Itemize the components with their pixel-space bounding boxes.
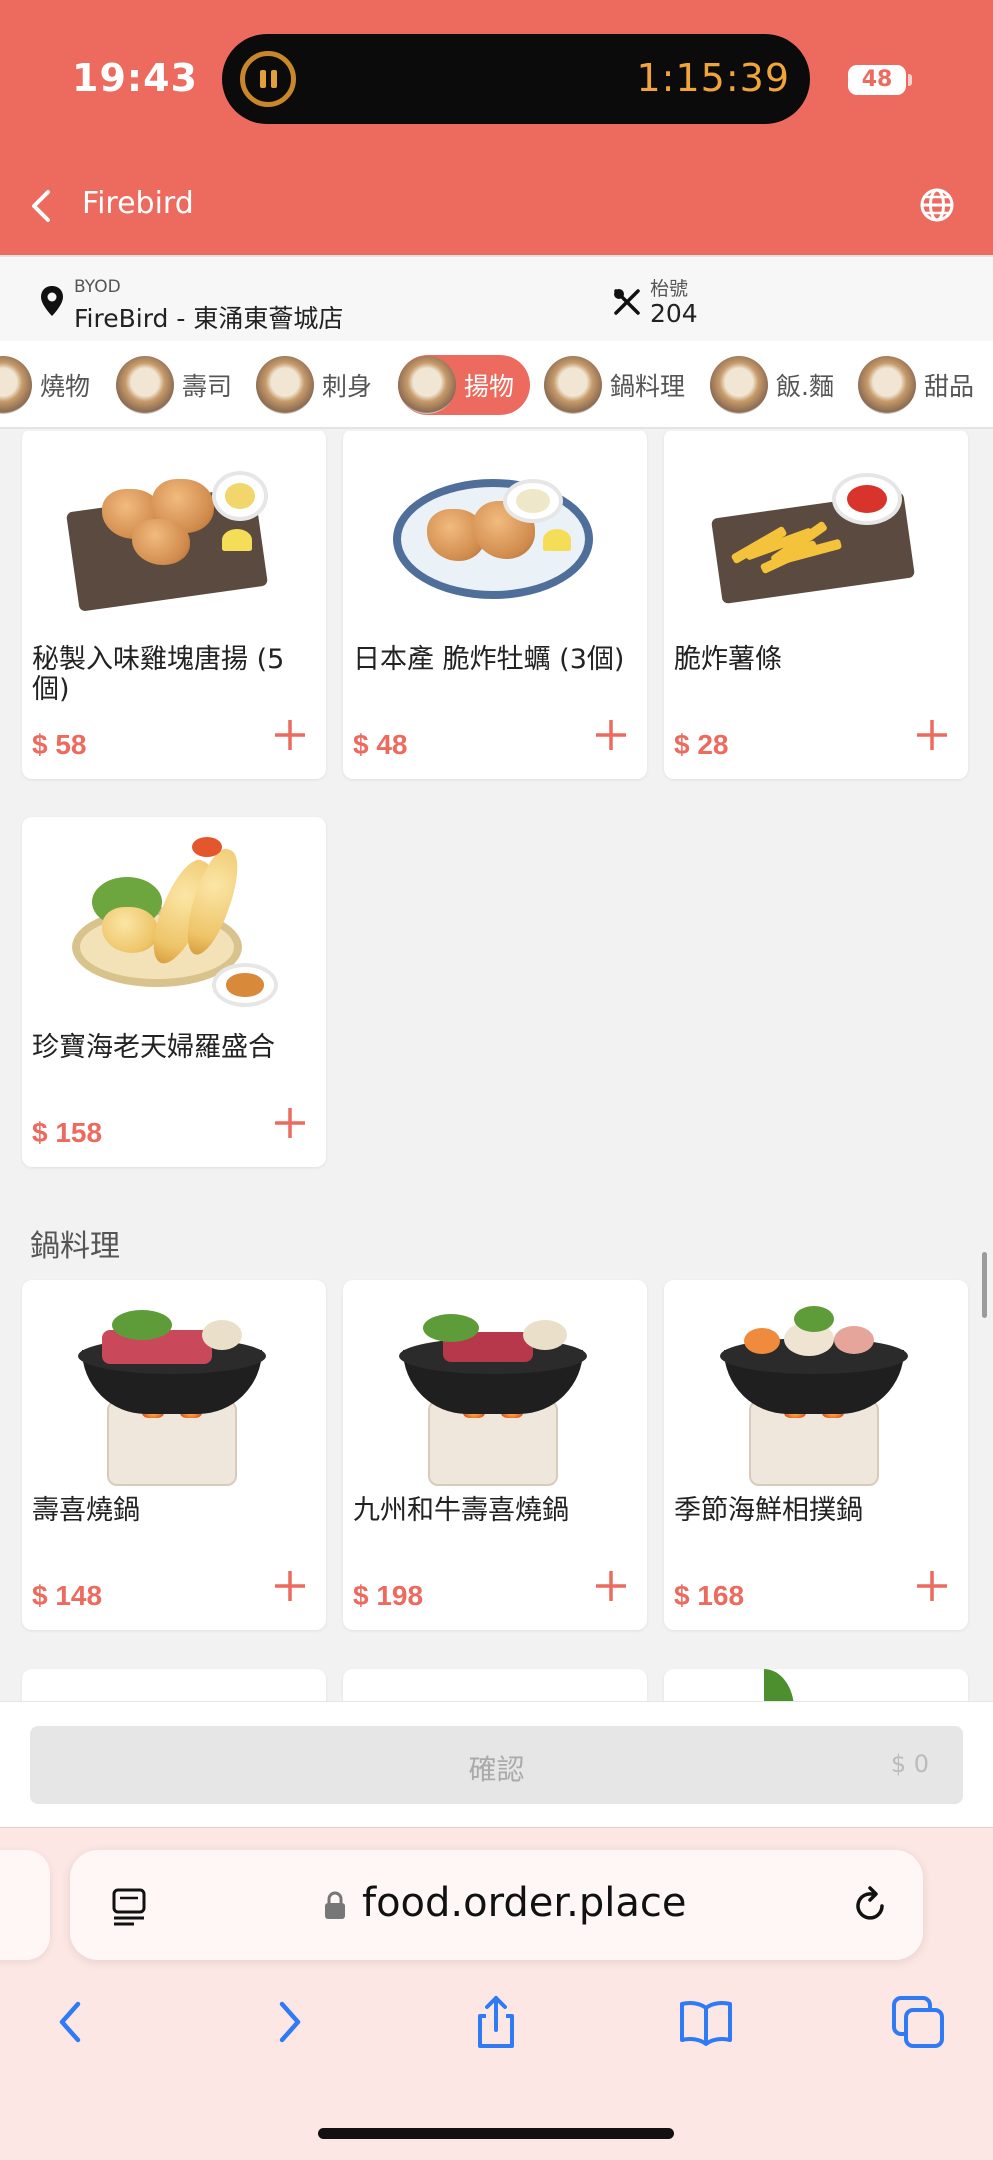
cutlery-icon bbox=[614, 289, 640, 315]
item-price: $ 158 bbox=[32, 1117, 103, 1148]
store-mode-label: BYOD bbox=[74, 277, 121, 297]
tab-label: 壽司 bbox=[182, 372, 233, 401]
page-title: Firebird bbox=[82, 186, 194, 221]
share-icon[interactable] bbox=[468, 1994, 524, 2050]
bookmarks-icon[interactable] bbox=[678, 1994, 734, 2050]
menu-item-card[interactable]: 壽喜燒鍋 $ 148 bbox=[22, 1280, 326, 1630]
sukiyaki-photo bbox=[62, 1300, 286, 1486]
category-thumbnail bbox=[116, 356, 174, 414]
confirm-label: 確認 bbox=[468, 1753, 525, 1786]
menu-item-card[interactable]: 季節海鮮相撲鍋 $ 168 bbox=[664, 1280, 968, 1630]
location-pin-icon bbox=[41, 286, 63, 316]
add-to-cart-icon[interactable] bbox=[272, 717, 308, 753]
url-text: food.order.place bbox=[362, 1880, 687, 1926]
pause-timer-icon bbox=[240, 51, 296, 107]
add-to-cart-icon[interactable] bbox=[272, 1105, 308, 1141]
karaage-photo bbox=[62, 449, 286, 619]
confirm-area: 確認 $ 0 bbox=[0, 1701, 993, 1827]
menu-item-card[interactable] bbox=[22, 1669, 326, 1701]
add-to-cart-icon[interactable] bbox=[272, 1568, 308, 1604]
timer-readout: 1:15:39 bbox=[636, 56, 790, 100]
section-title: 鍋料理 bbox=[30, 1229, 120, 1264]
table-number: 204 bbox=[650, 299, 698, 328]
item-name: 秘製入味雞塊唐揚 (5個) bbox=[32, 644, 285, 705]
category-thumbnail bbox=[858, 356, 916, 414]
tab-label: 揚物 bbox=[464, 372, 515, 401]
page-menu-icon[interactable] bbox=[110, 1886, 150, 1926]
item-price: $ 148 bbox=[32, 1580, 103, 1611]
tab-yakimono[interactable]: 燒物 bbox=[0, 355, 90, 415]
item-name: 九州和牛壽喜燒鍋 bbox=[353, 1495, 569, 1526]
menu-item-card[interactable] bbox=[664, 1669, 968, 1701]
menu-item-card[interactable]: 日本產 脆炸牡蠣 (3個) $ 48 bbox=[343, 431, 647, 779]
item-price: $ 168 bbox=[674, 1580, 745, 1611]
add-to-cart-icon[interactable] bbox=[593, 717, 629, 753]
globe-icon[interactable] bbox=[918, 186, 956, 224]
home-indicator[interactable] bbox=[318, 2128, 674, 2139]
category-thumbnail bbox=[710, 356, 768, 414]
french-fries-photo bbox=[704, 449, 928, 619]
menu-item-card[interactable] bbox=[343, 1669, 647, 1701]
menu-list: 秘製入味雞塊唐揚 (5個) $ 58 日本產 脆炸牡蠣 (3個) $ 48 脆炸… bbox=[0, 431, 993, 1701]
item-price: $ 28 bbox=[674, 729, 729, 760]
add-to-cart-icon[interactable] bbox=[914, 1568, 950, 1604]
cart-total: $ 0 bbox=[890, 1750, 929, 1778]
category-tabs: 燒物 壽司 刺身 揚物 鍋料理 飯.麵 甜品 bbox=[0, 341, 993, 429]
item-name: 日本產 脆炸牡蠣 (3個) bbox=[353, 644, 625, 675]
reload-icon[interactable] bbox=[848, 1884, 892, 1928]
battery-icon: 48 bbox=[848, 65, 906, 95]
tab-label: 飯.麵 bbox=[776, 372, 834, 401]
tab-label: 燒物 bbox=[40, 372, 91, 401]
status-time: 19:43 bbox=[72, 56, 198, 100]
category-thumbnail bbox=[256, 356, 314, 414]
item-name: 珍寶海老天婦羅盛合 bbox=[32, 1032, 275, 1063]
wagyu-sukiyaki-photo bbox=[383, 1300, 607, 1486]
add-to-cart-icon[interactable] bbox=[593, 1568, 629, 1604]
tempura-photo bbox=[62, 837, 286, 1007]
tab-dessert[interactable]: 甜品 bbox=[858, 355, 974, 415]
item-price: $ 48 bbox=[353, 729, 408, 760]
table-label: 枱號 bbox=[650, 278, 689, 300]
app-header: 19:43 1:15:39 48 Firebird bbox=[0, 0, 993, 255]
dynamic-island[interactable]: 1:15:39 bbox=[222, 34, 810, 124]
browser-back-icon[interactable] bbox=[44, 1994, 100, 2050]
item-price: $ 198 bbox=[353, 1580, 424, 1611]
category-thumbnail bbox=[0, 356, 32, 414]
battery-tip bbox=[908, 74, 912, 86]
tab-sushi[interactable]: 壽司 bbox=[116, 355, 232, 415]
tab-rice-noodles[interactable]: 飯.麵 bbox=[710, 355, 834, 415]
tab-nabe[interactable]: 鍋料理 bbox=[544, 355, 685, 415]
previous-tab-preview[interactable] bbox=[0, 1850, 50, 1960]
store-name: FireBird - 東涌東薈城店 bbox=[74, 304, 344, 333]
item-name: 壽喜燒鍋 bbox=[32, 1495, 140, 1526]
item-price: $ 58 bbox=[32, 729, 87, 760]
item-name: 季節海鮮相撲鍋 bbox=[674, 1495, 863, 1526]
seafood-chanko-photo bbox=[704, 1300, 928, 1486]
tab-label: 鍋料理 bbox=[610, 372, 686, 401]
tab-sashimi[interactable]: 刺身 bbox=[256, 355, 372, 415]
menu-item-card[interactable]: 九州和牛壽喜燒鍋 $ 198 bbox=[343, 1280, 647, 1630]
scrollbar[interactable] bbox=[982, 1252, 987, 1318]
category-thumbnail bbox=[544, 356, 602, 414]
add-to-cart-icon[interactable] bbox=[914, 717, 950, 753]
store-info-bar: BYOD FireBird - 東涌東薈城店 枱號 204 bbox=[0, 255, 993, 341]
menu-item-card[interactable]: 珍寶海老天婦羅盛合 $ 158 bbox=[22, 817, 326, 1167]
tab-agemono[interactable]: 揚物 bbox=[398, 355, 531, 415]
browser-forward-icon[interactable] bbox=[260, 1994, 316, 2050]
browser-toolbar: food.order.place bbox=[0, 1827, 993, 2160]
chevron-left-icon[interactable] bbox=[26, 186, 58, 226]
menu-item-card[interactable]: 秘製入味雞塊唐揚 (5個) $ 58 bbox=[22, 431, 326, 779]
tabs-icon[interactable] bbox=[890, 1994, 946, 2050]
tab-label: 刺身 bbox=[322, 372, 373, 401]
confirm-button[interactable]: 確認 $ 0 bbox=[30, 1726, 963, 1804]
tab-label: 甜品 bbox=[924, 372, 975, 401]
address-bar[interactable]: food.order.place bbox=[70, 1850, 923, 1960]
item-name: 脆炸薯條 bbox=[674, 644, 782, 675]
category-thumbnail bbox=[398, 356, 456, 414]
menu-item-card[interactable]: 脆炸薯條 $ 28 bbox=[664, 431, 968, 779]
fried-oyster-photo bbox=[383, 449, 607, 619]
lock-icon bbox=[325, 1891, 345, 1919]
